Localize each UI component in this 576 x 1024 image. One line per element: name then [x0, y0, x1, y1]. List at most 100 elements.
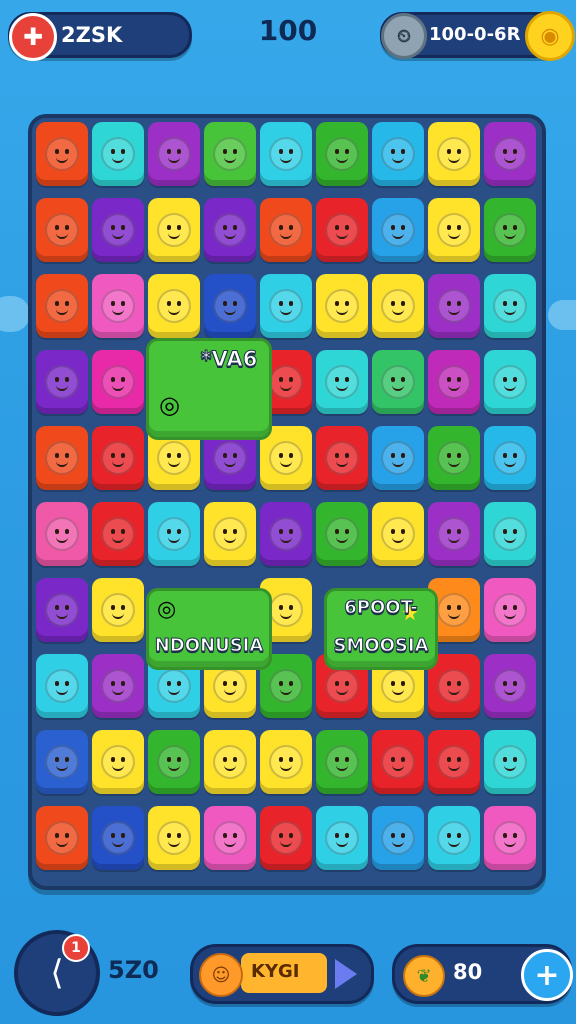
creature-face-icon: [45, 745, 79, 779]
game-tile[interactable]: [428, 274, 480, 338]
game-tile[interactable]: [36, 198, 88, 262]
game-tile[interactable]: [36, 730, 88, 794]
game-tile[interactable]: [148, 198, 200, 262]
game-tile[interactable]: [260, 730, 312, 794]
game-tile[interactable]: [428, 198, 480, 262]
game-tile[interactable]: [260, 198, 312, 262]
creature-face-icon: [157, 289, 191, 323]
game-tile[interactable]: [92, 654, 144, 718]
game-tile[interactable]: [260, 122, 312, 186]
special-tile-va6[interactable]: ◎ *VA6: [146, 338, 272, 440]
game-tile[interactable]: [484, 806, 536, 870]
creature-face-icon: [269, 593, 303, 627]
creature-face-icon: [101, 517, 135, 551]
game-tile[interactable]: [204, 122, 256, 186]
special-tile-ndonusia[interactable]: ◎ NDONUSIA: [146, 588, 272, 670]
creature-face-icon: [381, 821, 415, 855]
game-tile[interactable]: [316, 806, 368, 870]
creature-face-icon: [269, 213, 303, 247]
game-tile[interactable]: [92, 350, 144, 414]
game-tile[interactable]: [92, 274, 144, 338]
game-tile[interactable]: [372, 806, 424, 870]
game-tile[interactable]: [36, 274, 88, 338]
creature-face-icon: [493, 213, 527, 247]
game-tile[interactable]: [36, 578, 88, 642]
creature-face-icon: [101, 745, 135, 779]
creature-face-icon: [213, 669, 247, 703]
game-tile[interactable]: [372, 730, 424, 794]
creature-face-icon: [157, 821, 191, 855]
booster-button[interactable]: ☺ KYGI: [190, 944, 374, 1004]
game-tile[interactable]: [204, 274, 256, 338]
special-tile-smoosia[interactable]: ★ 6POOT- SMOOSIA: [324, 588, 438, 670]
creature-face-icon: [101, 821, 135, 855]
game-tile[interactable]: [428, 426, 480, 490]
game-tile[interactable]: [428, 122, 480, 186]
game-tile[interactable]: [372, 426, 424, 490]
creature-face-icon: [101, 365, 135, 399]
game-tile[interactable]: [484, 730, 536, 794]
game-tile[interactable]: [484, 654, 536, 718]
game-tile[interactable]: [36, 122, 88, 186]
play-icon[interactable]: [335, 959, 357, 989]
game-tile[interactable]: [260, 806, 312, 870]
game-tile[interactable]: [204, 806, 256, 870]
plus-icon[interactable]: +: [521, 949, 573, 1001]
game-tile[interactable]: [428, 502, 480, 566]
creature-face-icon: [325, 137, 359, 171]
game-tile[interactable]: [92, 578, 144, 642]
game-tile[interactable]: [204, 502, 256, 566]
game-tile[interactable]: [92, 198, 144, 262]
game-tile[interactable]: [372, 502, 424, 566]
creature-face-icon: [437, 821, 471, 855]
game-tile[interactable]: [92, 426, 144, 490]
game-tile[interactable]: [92, 730, 144, 794]
game-tile[interactable]: [428, 730, 480, 794]
game-tile[interactable]: [92, 806, 144, 870]
game-tile[interactable]: [36, 806, 88, 870]
game-tile[interactable]: [148, 502, 200, 566]
game-tile[interactable]: [148, 806, 200, 870]
game-tile[interactable]: [316, 350, 368, 414]
game-tile[interactable]: [148, 122, 200, 186]
game-tile[interactable]: [428, 806, 480, 870]
game-tile[interactable]: [484, 578, 536, 642]
game-tile[interactable]: [316, 730, 368, 794]
game-tile[interactable]: [204, 198, 256, 262]
game-tile[interactable]: [36, 350, 88, 414]
game-tile[interactable]: [316, 122, 368, 186]
game-tile[interactable]: [484, 350, 536, 414]
game-tile[interactable]: [484, 198, 536, 262]
game-tile[interactable]: [316, 426, 368, 490]
coins-panel: ⏲ 100-0-6R ◉: [380, 11, 575, 61]
creature-face-icon: [101, 213, 135, 247]
game-tile[interactable]: [484, 426, 536, 490]
game-tile[interactable]: [92, 502, 144, 566]
game-tile[interactable]: [372, 122, 424, 186]
game-tile[interactable]: [36, 654, 88, 718]
game-tile[interactable]: [36, 426, 88, 490]
game-tile[interactable]: [148, 730, 200, 794]
game-tile[interactable]: [372, 350, 424, 414]
game-tile[interactable]: [484, 274, 536, 338]
game-tile[interactable]: [428, 350, 480, 414]
game-tile[interactable]: [372, 274, 424, 338]
creature-face-icon: [157, 213, 191, 247]
game-tile[interactable]: [372, 198, 424, 262]
game-tile[interactable]: [484, 122, 536, 186]
game-tile[interactable]: [36, 502, 88, 566]
game-tile[interactable]: [316, 198, 368, 262]
creature-face-icon: [493, 593, 527, 627]
game-tile[interactable]: [92, 122, 144, 186]
game-tile[interactable]: [204, 730, 256, 794]
game-tile[interactable]: [148, 274, 200, 338]
game-tile[interactable]: [316, 502, 368, 566]
game-tile[interactable]: [260, 502, 312, 566]
game-tile[interactable]: [316, 274, 368, 338]
creature-face-icon: [45, 289, 79, 323]
game-tile[interactable]: [484, 502, 536, 566]
creature-face-icon: [45, 821, 79, 855]
lives-value: 80: [453, 960, 483, 984]
game-tile[interactable]: [260, 274, 312, 338]
coin-icon[interactable]: ◉: [525, 11, 575, 61]
